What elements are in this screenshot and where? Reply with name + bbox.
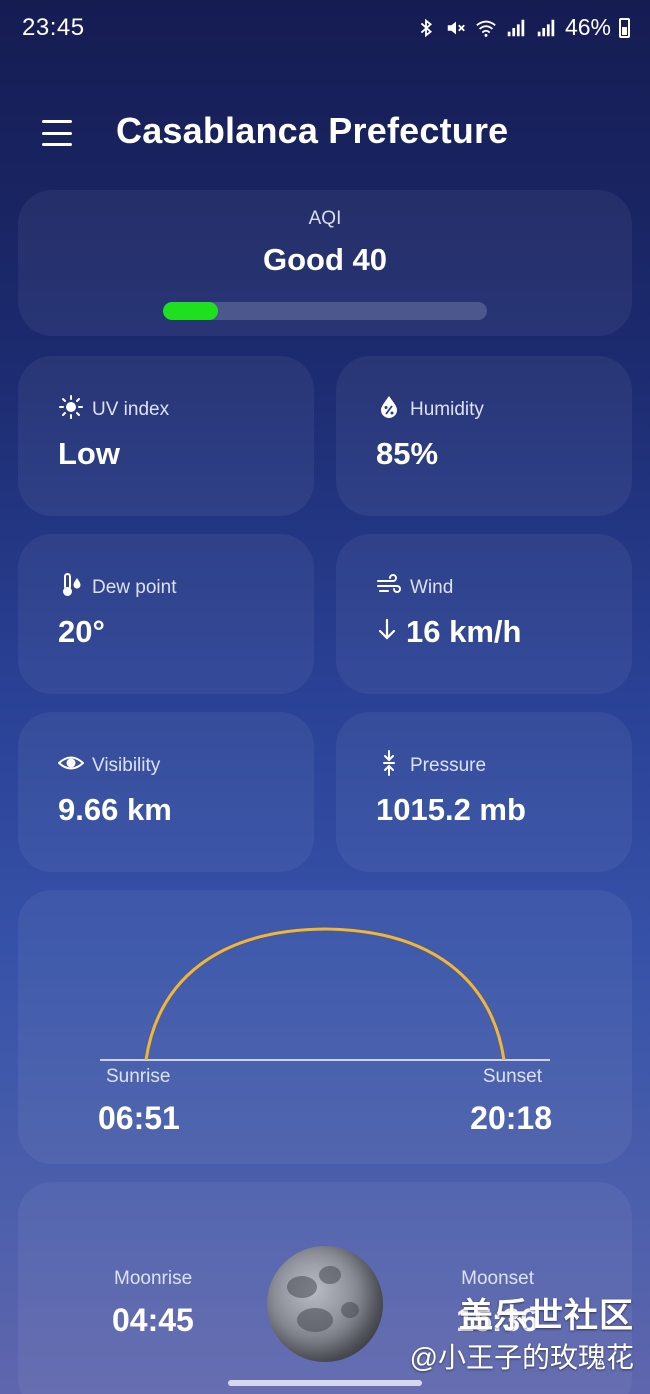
- sun-icon: [58, 394, 84, 426]
- eye-icon: [57, 750, 85, 782]
- hamburger-menu-icon[interactable]: [40, 116, 74, 150]
- dew-point-label: Dew point: [92, 577, 177, 598]
- signal-icon: [535, 16, 557, 40]
- sunset-label: Sunset: [482, 1066, 542, 1087]
- moon-image: [267, 1246, 383, 1362]
- visibility-value: 9.66 km: [58, 792, 172, 827]
- pressure-card[interactable]: Pressure 1015.2 mb: [336, 712, 632, 872]
- aqi-bar-fill: [163, 302, 219, 320]
- thermometer-drop-icon: [58, 572, 84, 604]
- signal-icon: [505, 16, 527, 40]
- droplet-percent-icon: [376, 394, 402, 426]
- battery-icon: [619, 17, 630, 38]
- sun-arc: [144, 927, 506, 1061]
- humidity-label: Humidity: [410, 399, 484, 420]
- wind-icon: [376, 572, 402, 604]
- pressure-icon: [376, 750, 402, 782]
- uv-index-label: UV index: [92, 399, 170, 420]
- status-time: 23:45: [22, 14, 85, 41]
- app-header: Casablanca Prefecture: [0, 100, 650, 164]
- pressure-value: 1015.2 mb: [376, 792, 526, 827]
- mute-icon: [445, 16, 467, 40]
- uv-index-value: Low: [58, 436, 120, 471]
- visibility-label: Visibility: [92, 755, 161, 776]
- dew-point-value: 20°: [58, 614, 105, 649]
- status-icons: 46%: [415, 14, 630, 41]
- pressure-label: Pressure: [410, 755, 487, 776]
- sun-card[interactable]: Sunrise 06:51 Sunset 20:18: [18, 890, 632, 1164]
- sunrise-time: 06:51: [98, 1100, 180, 1136]
- wind-card[interactable]: Wind 16 km/h: [336, 534, 632, 694]
- moonset-label: Moonset: [461, 1268, 534, 1289]
- visibility-card[interactable]: Visibility 9.66 km: [18, 712, 314, 872]
- uv-index-card[interactable]: UV index Low: [18, 356, 314, 516]
- moonrise-label: Moonrise: [114, 1268, 193, 1289]
- aqi-label: AQI: [308, 208, 342, 229]
- wind-value: 16 km/h: [406, 614, 522, 649]
- aqi-value: Good 40: [262, 242, 387, 277]
- battery-text: 46%: [564, 14, 611, 40]
- dew-point-card[interactable]: Dew point 20°: [18, 534, 314, 694]
- location-title: Casablanca Prefecture: [116, 110, 509, 151]
- sunset-time: 20:18: [470, 1100, 552, 1136]
- humidity-card[interactable]: Humidity 85%: [336, 356, 632, 516]
- aqi-bar: [163, 302, 487, 320]
- home-indicator[interactable]: [228, 1380, 422, 1386]
- watermark-title: 盖乐世社区: [459, 1297, 634, 1335]
- bluetooth-icon: [415, 16, 437, 40]
- wifi-icon: [475, 16, 497, 40]
- humidity-value: 85%: [376, 436, 439, 471]
- moonrise-time: 04:45: [112, 1302, 194, 1338]
- status-bar: 23:45 46%: [0, 0, 650, 60]
- arrow-down-icon: [376, 614, 398, 650]
- sunrise-label: Sunrise: [106, 1066, 171, 1087]
- aqi-card[interactable]: AQI Good 40: [18, 190, 632, 336]
- wind-label: Wind: [410, 577, 454, 598]
- watermark-author: @小王子的玫瑰花: [409, 1342, 634, 1373]
